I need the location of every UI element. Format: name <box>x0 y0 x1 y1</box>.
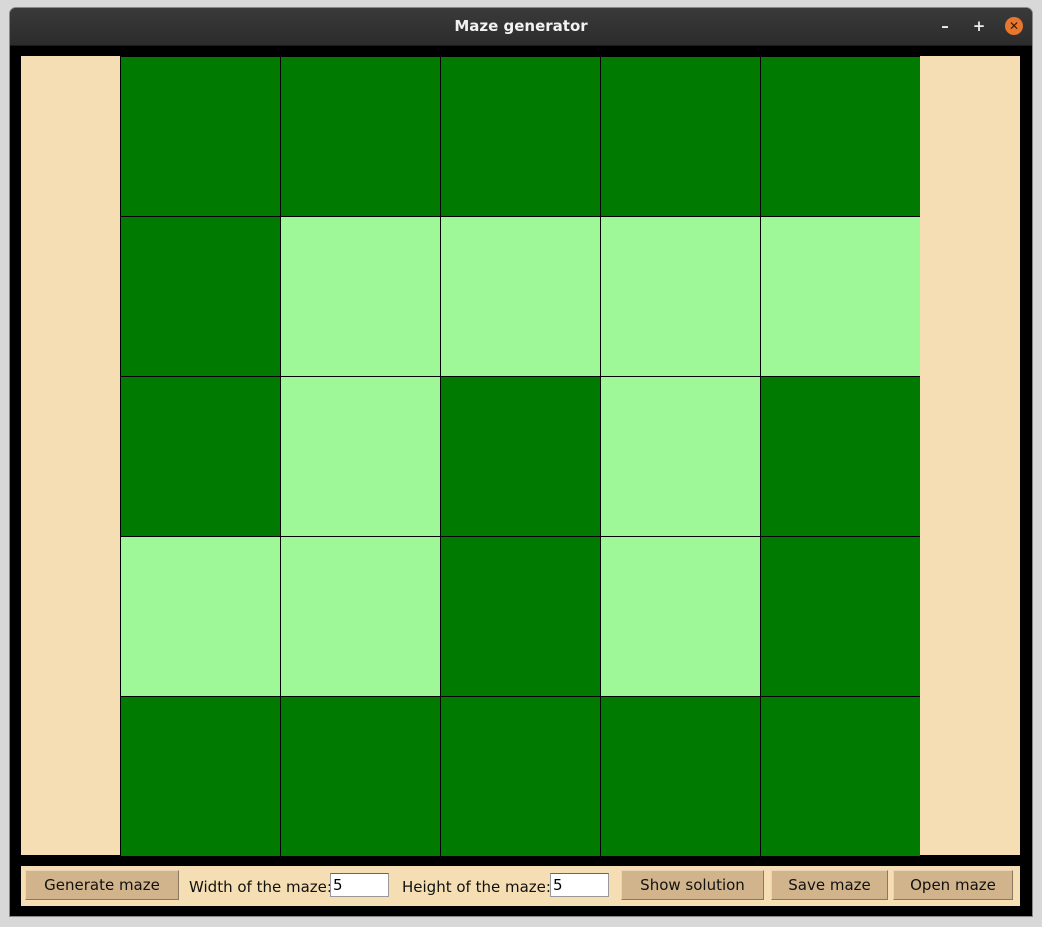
maze-cell-wall <box>600 56 760 216</box>
maze-cell-path <box>440 216 600 376</box>
app-window: Maze generator – + ✕ Generate maze Width… <box>10 8 1032 916</box>
maze-cell-wall <box>440 56 600 216</box>
controls-bar: Generate maze Width of the maze: 5 Heigh… <box>21 866 1020 906</box>
open-maze-button[interactable]: Open maze <box>893 870 1013 900</box>
maze-cell-wall <box>120 376 280 536</box>
maze-cell-wall <box>280 696 440 856</box>
maze-cell-path <box>280 536 440 696</box>
generate-maze-button[interactable]: Generate maze <box>25 870 179 900</box>
maze-cell-wall <box>600 696 760 856</box>
maze-cell-wall <box>440 536 600 696</box>
maze-cell-path <box>600 376 760 536</box>
show-solution-button[interactable]: Show solution <box>621 870 764 900</box>
maze-grid <box>120 56 920 856</box>
maze-cell-wall <box>440 376 600 536</box>
maze-cell-wall <box>120 216 280 376</box>
width-label: Width of the maze: <box>189 878 332 896</box>
maze-cell-path <box>600 536 760 696</box>
maze-cell-wall <box>760 536 920 696</box>
maze-cell-wall <box>440 696 600 856</box>
width-input[interactable]: 5 <box>330 873 389 897</box>
minimize-icon[interactable]: – <box>936 17 954 35</box>
maze-cell-wall <box>120 696 280 856</box>
maze-cell-path <box>120 536 280 696</box>
maze-cell-path <box>280 376 440 536</box>
save-maze-button[interactable]: Save maze <box>771 870 888 900</box>
close-icon[interactable]: ✕ <box>1005 17 1023 35</box>
maze-cell-path <box>600 216 760 376</box>
maze-cell-path <box>280 216 440 376</box>
maze-cell-wall <box>760 56 920 216</box>
title-bar[interactable]: Maze generator – + ✕ <box>10 8 1032 46</box>
height-label: Height of the maze: <box>402 878 551 896</box>
window-content: Generate maze Width of the maze: 5 Heigh… <box>10 46 1032 916</box>
maze-cell-wall <box>760 376 920 536</box>
maze-cell-path <box>760 216 920 376</box>
maze-cell-wall <box>120 56 280 216</box>
window-title: Maze generator <box>454 17 588 35</box>
maze-canvas <box>21 56 1020 856</box>
maze-cell-wall <box>280 56 440 216</box>
height-input[interactable]: 5 <box>550 873 609 897</box>
maximize-icon[interactable]: + <box>970 17 988 35</box>
maze-cell-wall <box>760 696 920 856</box>
